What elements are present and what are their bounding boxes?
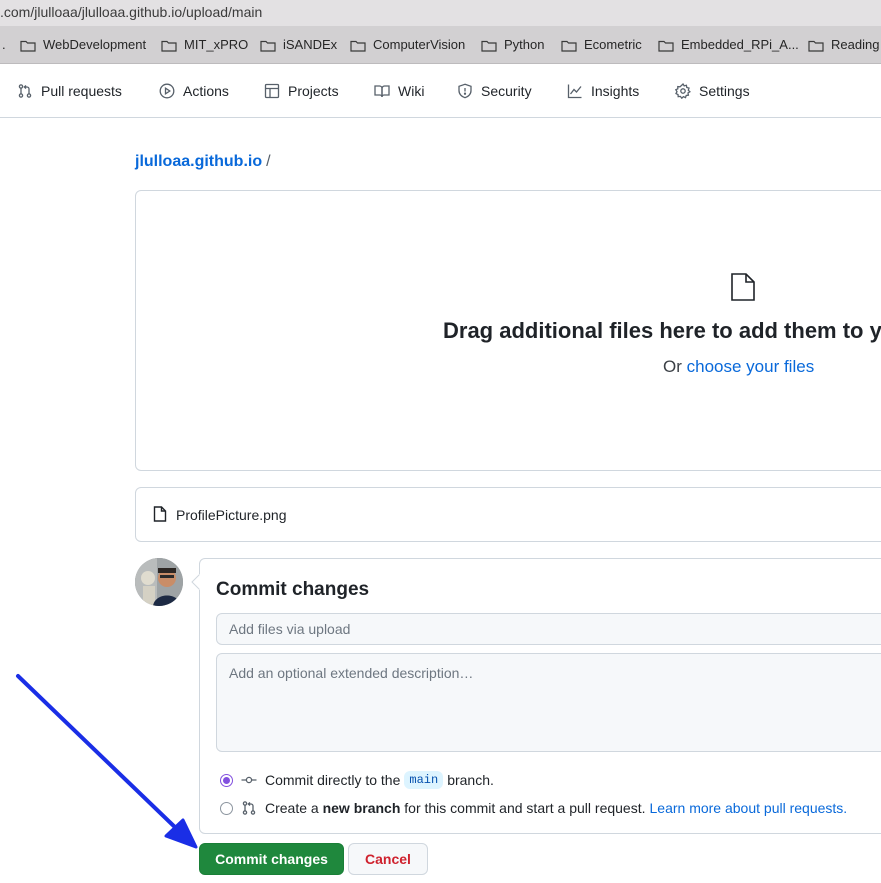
annotation-arrow [16, 674, 198, 849]
git-commit-icon [241, 772, 257, 788]
tab-settings[interactable]: Settings [675, 83, 750, 99]
bookmark-mit-xpro[interactable]: MIT_xPRO [161, 37, 248, 52]
cancel-button[interactable]: Cancel [348, 843, 428, 875]
bookmark-python[interactable]: Python [481, 37, 544, 52]
commit-description-input[interactable] [216, 653, 881, 752]
new-branch-option[interactable]: Create a new branch for this commit and … [220, 800, 847, 816]
bookmark-isandex[interactable]: iSANDEx [260, 37, 337, 52]
comment-caret [191, 572, 207, 592]
choose-files-link[interactable]: choose your files [687, 357, 815, 376]
branch-name-badge: main [404, 771, 444, 789]
folder-icon [20, 39, 36, 52]
git-pull-request-icon [17, 83, 33, 99]
file-icon [730, 272, 756, 307]
shield-icon [457, 83, 473, 99]
url-text: .com/jlulloaa/jlulloaa.github.io/upload/… [0, 4, 263, 20]
bookmark-overflow: . [2, 37, 6, 52]
dropzone-title: Drag additional files here to add them t… [443, 318, 881, 343]
folder-icon [260, 39, 276, 52]
commit-summary-input[interactable] [216, 613, 881, 645]
graph-icon [567, 83, 583, 99]
bookmark-reading[interactable]: Reading [808, 37, 879, 52]
dropzone-subtitle: Or choose your files [663, 357, 815, 376]
folder-icon [658, 39, 674, 52]
bookmark-computervision[interactable]: ComputerVision [350, 37, 465, 52]
address-bar[interactable]: .com/jlulloaa/jlulloaa.github.io/upload/… [0, 0, 881, 26]
folder-icon [161, 39, 177, 52]
file-icon [153, 506, 167, 527]
commit-direct-radio[interactable] [220, 773, 233, 787]
new-branch-radio[interactable] [220, 801, 233, 815]
tab-security[interactable]: Security [457, 83, 532, 99]
commit-changes-button[interactable]: Commit changes [199, 843, 344, 875]
folder-icon [481, 39, 497, 52]
tab-insights[interactable]: Insights [567, 83, 639, 99]
learn-more-pull-requests-link[interactable]: Learn more about pull requests. [650, 800, 848, 816]
breadcrumb: jlulloaa.github.io / [135, 153, 271, 171]
gear-icon [675, 83, 691, 99]
folder-icon [350, 39, 366, 52]
git-pull-request-icon [241, 800, 257, 816]
book-icon [374, 83, 390, 99]
breadcrumb-repo-link[interactable]: jlulloaa.github.io [135, 153, 262, 170]
commit-title: Commit changes [216, 579, 370, 600]
bookmark-ecometric[interactable]: Ecometric [561, 37, 642, 52]
breadcrumb-separator: / [266, 153, 271, 170]
tab-actions[interactable]: Actions [159, 83, 229, 99]
bookmark-webdevelopment[interactable]: WebDevelopment [20, 37, 146, 52]
play-icon [159, 83, 175, 99]
uploaded-file-name: ProfilePicture.png [176, 507, 287, 523]
folder-icon [561, 39, 577, 52]
repo-nav: Pull requests Actions Projects Wiki Secu… [0, 64, 881, 118]
bookmarks-bar: . WebDevelopment MIT_xPRO iSANDEx Comput… [0, 26, 881, 64]
tab-projects[interactable]: Projects [264, 83, 339, 99]
folder-icon [808, 39, 824, 52]
bookmark-embedded-rpi[interactable]: Embedded_RPi_A... [658, 37, 799, 52]
tab-pull-requests[interactable]: Pull requests [17, 83, 122, 99]
tab-wiki[interactable]: Wiki [374, 83, 424, 99]
table-icon [264, 83, 280, 99]
avatar[interactable] [135, 558, 183, 606]
commit-direct-option[interactable]: Commit directly to the main branch. [220, 771, 494, 789]
